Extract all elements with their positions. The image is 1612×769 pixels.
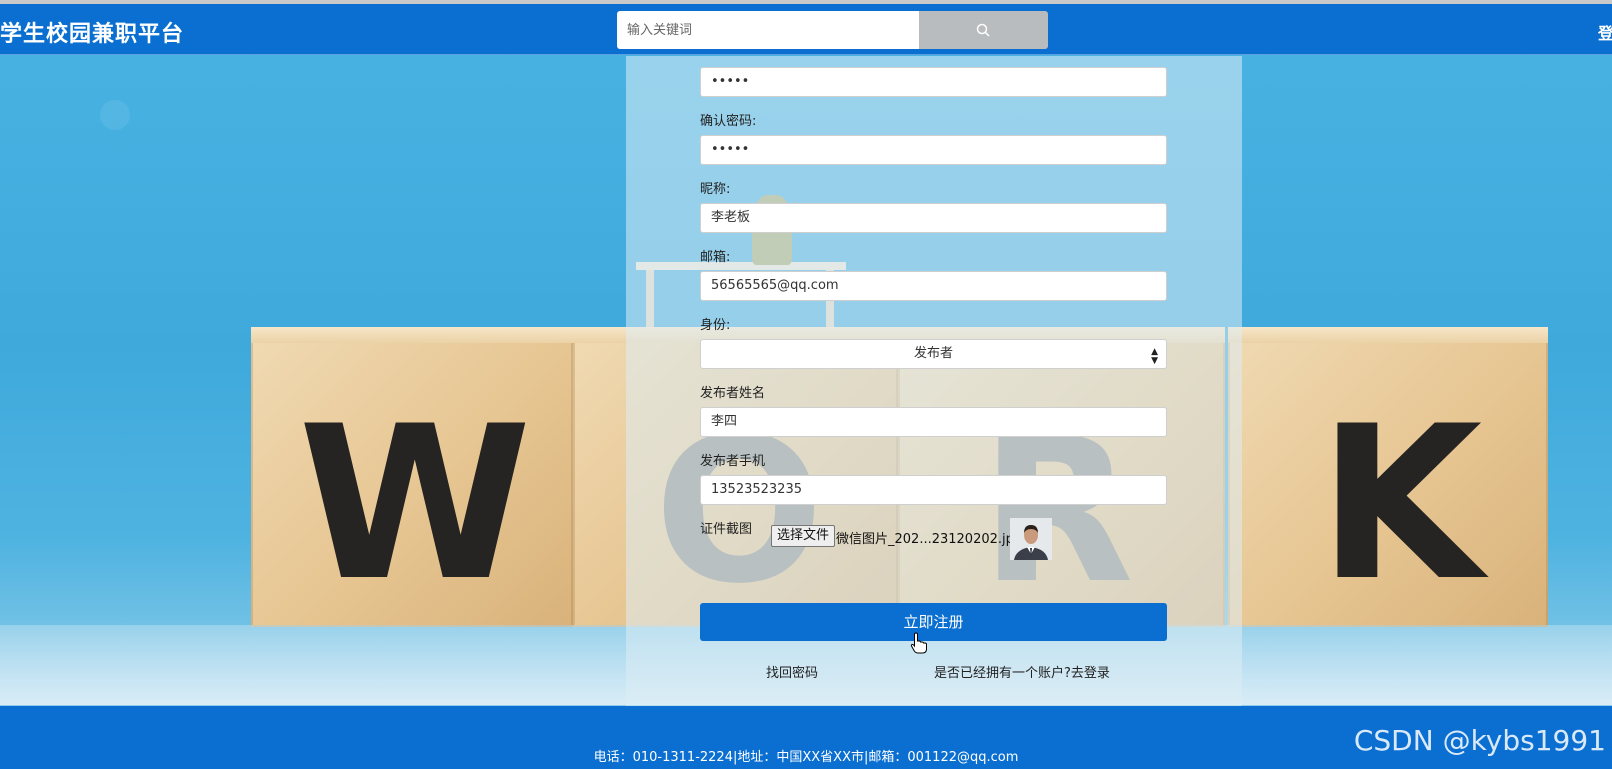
- publisher-name-field[interactable]: 李四: [700, 407, 1167, 437]
- site-header: 学生校园兼职平台 登录: [0, 4, 1612, 55]
- email-field[interactable]: 56565565@qq.com: [700, 271, 1167, 301]
- block-top: [1228, 327, 1548, 343]
- role-select[interactable]: 发布者 ▲ ▼: [700, 339, 1167, 369]
- password-field[interactable]: •••••: [700, 67, 1167, 97]
- certificate-preview-image: [1010, 518, 1052, 560]
- background-spot: [100, 100, 130, 130]
- site-brand[interactable]: 学生校园兼职平台: [0, 16, 184, 48]
- login-link[interactable]: 登录: [1598, 20, 1612, 44]
- selected-file-name: 微信图片_202...23120202.jpg: [836, 532, 1023, 547]
- confirm-password-field[interactable]: •••••: [700, 135, 1167, 165]
- choose-file-button[interactable]: 选择文件: [771, 525, 836, 547]
- forgot-password-link[interactable]: 找回密码: [766, 662, 818, 681]
- go-login-link[interactable]: 是否已经拥有一个账户?去登录: [934, 662, 1110, 681]
- block-top: [251, 327, 573, 343]
- publisher-phone-field[interactable]: 13523523235: [700, 475, 1167, 505]
- nickname-field[interactable]: 李老板: [700, 203, 1167, 233]
- register-button[interactable]: 立即注册: [700, 603, 1167, 641]
- publisher-name-label: 发布者姓名: [700, 386, 766, 401]
- confirm-password-label: 确认密码:: [700, 114, 757, 129]
- search-icon: [976, 23, 990, 37]
- publisher-phone-label: 发布者手机: [700, 454, 766, 469]
- certificate-label: 证件截图: [700, 522, 753, 537]
- person-portrait-icon: [1010, 518, 1052, 560]
- role-select-value: 发布者: [913, 346, 953, 361]
- block-letter-w: W: [298, 380, 532, 627]
- role-label: 身份:: [700, 318, 731, 333]
- block-letter-k: K: [1318, 380, 1483, 627]
- email-label: 邮箱:: [700, 250, 731, 265]
- search-input[interactable]: [617, 11, 919, 49]
- site-footer: 电话：010-1311-2224|地址：中国XX省XX市|邮箱：001122@q…: [0, 706, 1612, 769]
- updown-arrows-icon: ▲ ▼: [1151, 347, 1158, 366]
- hand-cursor-icon: [910, 632, 927, 654]
- nickname-label: 昵称:: [700, 182, 731, 197]
- search-button[interactable]: [919, 11, 1048, 49]
- csdn-watermark: CSDN @kybs1991: [1353, 724, 1606, 757]
